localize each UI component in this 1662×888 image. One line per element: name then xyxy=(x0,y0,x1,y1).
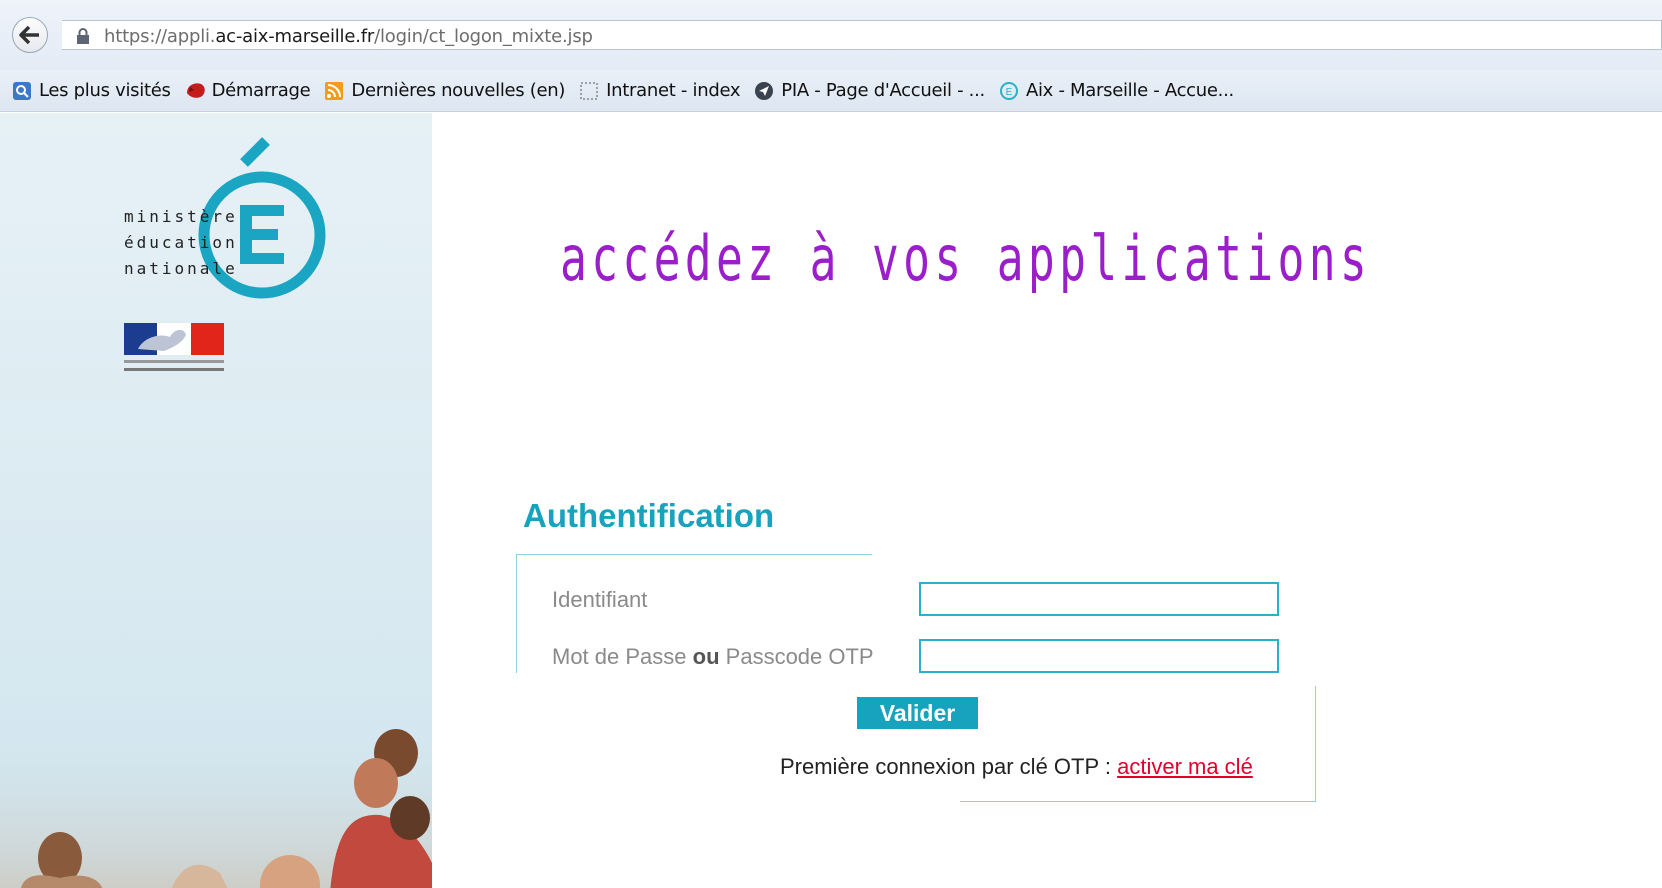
bookmark-intranet[interactable]: Intranet - index xyxy=(579,80,741,101)
username-label: Identifiant xyxy=(552,587,648,612)
bookmark-aix-marseille[interactable]: E Aix - Marseille - Accue... xyxy=(999,80,1234,101)
submit-button[interactable]: Valider xyxy=(857,697,978,729)
password-label: Mot de Passe ou Passcode OTP xyxy=(552,644,874,669)
password-input[interactable] xyxy=(919,639,1279,673)
auth-title: Authentification xyxy=(523,497,775,534)
students-photo-icon xyxy=(0,723,432,888)
form-frame-bottom xyxy=(960,686,1316,802)
bookmark-pia[interactable]: PIA - Page d'Accueil - ... xyxy=(754,80,985,101)
browser-toolbar: https://appli.ac-aix-marseille.fr/login/… xyxy=(0,0,1662,70)
back-arrow-icon xyxy=(19,25,39,45)
page-icon xyxy=(579,81,599,101)
firefox-icon xyxy=(185,81,205,101)
bookmark-demarrage[interactable]: Démarrage xyxy=(185,80,311,101)
svg-text:E: E xyxy=(1006,87,1013,98)
url-text: https://appli.ac-aix-marseille.fr/login/… xyxy=(104,26,593,47)
globe-icon xyxy=(754,81,774,101)
activate-key-link[interactable]: activer ma clé xyxy=(1117,754,1253,779)
education-icon: E xyxy=(999,81,1019,101)
bookmark-most-visited[interactable]: Les plus visités xyxy=(12,80,171,101)
lock-icon xyxy=(77,28,89,44)
sidebar: ministère éducation nationale xyxy=(0,113,432,888)
bookmark-dernieres-nouvelles[interactable]: Dernières nouvelles (en) xyxy=(324,80,565,101)
back-button[interactable] xyxy=(12,17,48,53)
ministere-logo-text: ministère éducation nationale xyxy=(124,207,238,278)
republique-francaise-logo-icon xyxy=(124,323,224,371)
headline: accédez à vos applications xyxy=(560,222,1372,295)
otp-activation-line: Première connexion par clé OTP : activer… xyxy=(780,754,1253,779)
address-bar[interactable]: https://appli.ac-aix-marseille.fr/login/… xyxy=(62,20,1662,50)
username-input[interactable] xyxy=(919,582,1279,616)
rss-icon xyxy=(324,81,344,101)
bookmarks-bar: Les plus visités Démarrage Dernières nou… xyxy=(0,70,1662,112)
most-visited-icon xyxy=(12,81,32,101)
